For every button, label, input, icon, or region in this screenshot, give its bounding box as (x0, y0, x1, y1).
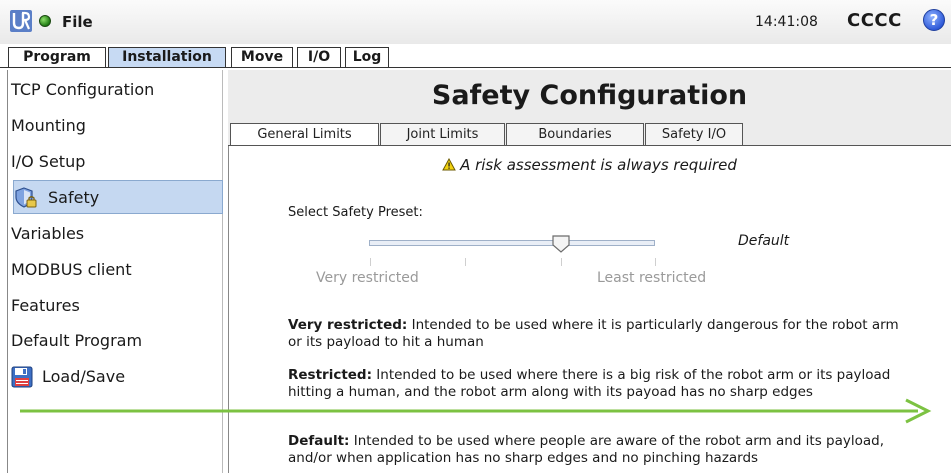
annotation-arrow (20, 398, 932, 424)
